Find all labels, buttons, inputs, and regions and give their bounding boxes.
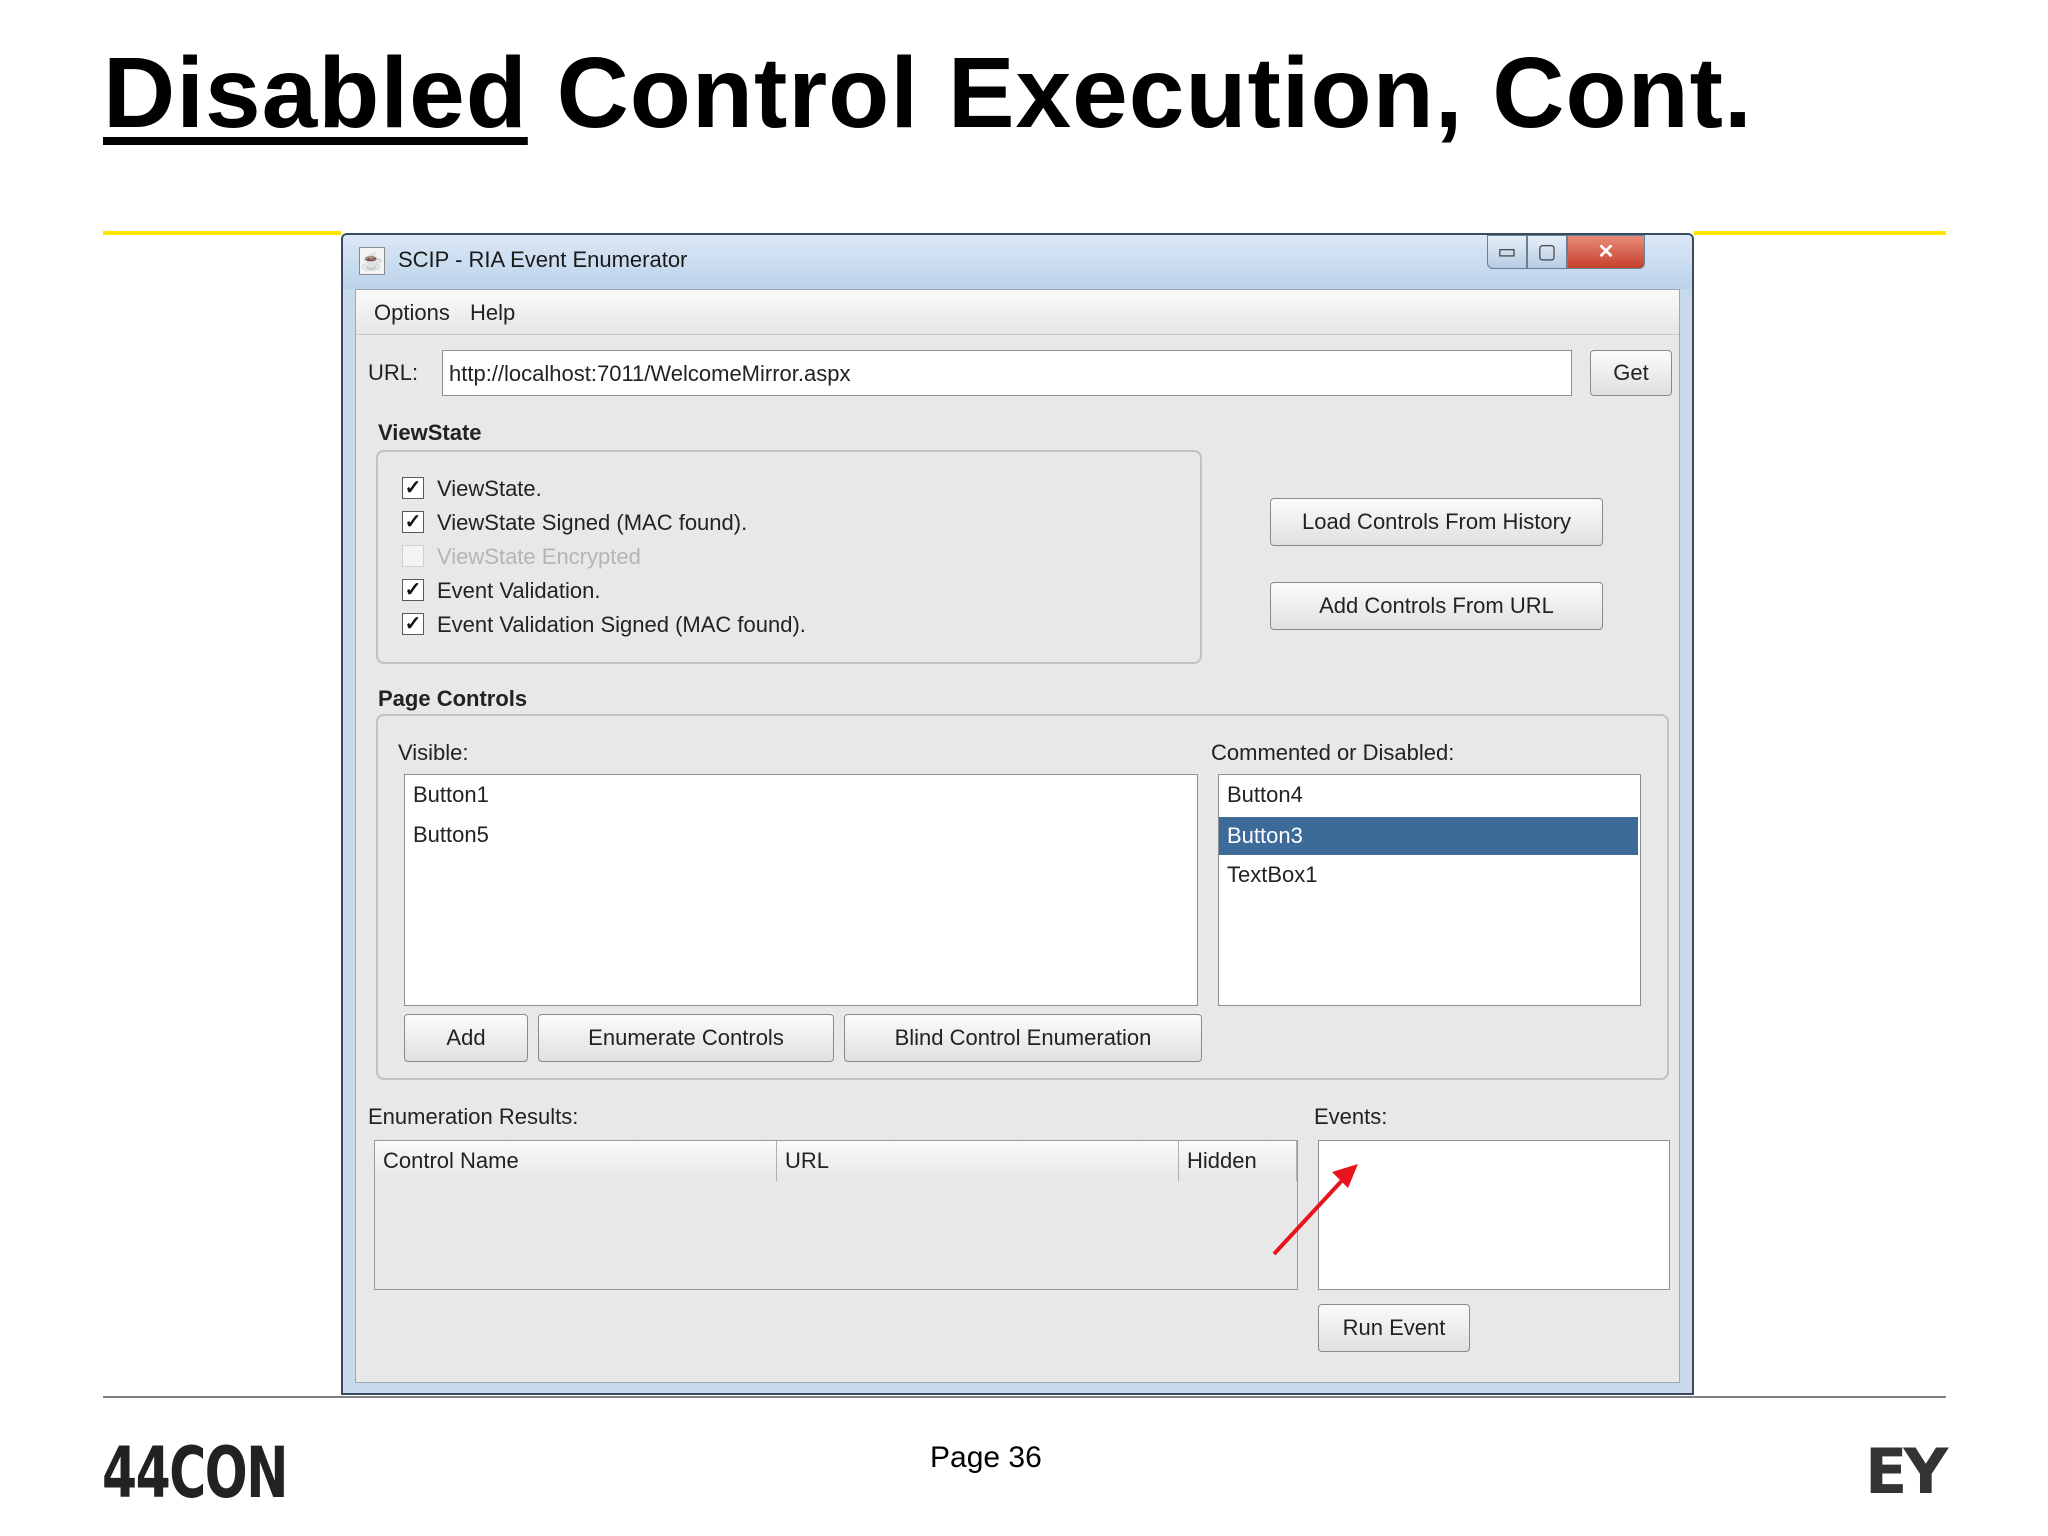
add-button[interactable]: Add: [404, 1014, 528, 1062]
column-header-url[interactable]: URL: [777, 1141, 1179, 1181]
add-controls-from-url-button[interactable]: Add Controls From URL: [1270, 582, 1603, 630]
viewstate-signed-checkbox[interactable]: ✓: [402, 511, 424, 533]
list-item[interactable]: Button4: [1219, 779, 1638, 811]
url-input-value: http://localhost:7011/WelcomeMirror.aspx: [449, 361, 851, 386]
events-label: Events:: [1314, 1104, 1388, 1129]
viewstate-encrypted-label: ViewState Encrypted: [437, 544, 641, 569]
menu-bar: Options Help: [356, 290, 1679, 335]
arrow-shaft: [1272, 1172, 1350, 1256]
close-button[interactable]: ✕: [1567, 235, 1645, 269]
java-cup-icon: ☕: [359, 247, 385, 275]
slide-title-rest: Control Execution, Cont.: [527, 37, 1753, 149]
page-controls-heading: Page Controls: [378, 686, 528, 711]
list-item[interactable]: Button5: [405, 819, 1195, 851]
viewstate-heading: ViewState: [378, 420, 482, 445]
enumeration-results-label: Enumeration Results:: [368, 1104, 579, 1129]
viewstate-signed-label: ViewState Signed (MAC found).: [437, 510, 748, 535]
app-window: ☕ SCIP - RIA Event Enumerator ▭ ▢ ✕ Opti…: [341, 233, 1694, 1395]
visible-controls-list[interactable]: Button1 Button5: [404, 774, 1198, 1006]
blind-control-enumeration-button[interactable]: Blind Control Enumeration: [844, 1014, 1202, 1062]
column-header-control-name[interactable]: Control Name: [375, 1141, 777, 1181]
load-controls-from-history-button[interactable]: Load Controls From History: [1270, 498, 1603, 546]
list-item[interactable]: TextBox1: [1219, 859, 1638, 891]
get-button[interactable]: Get: [1590, 350, 1672, 396]
event-validation-label: Event Validation.: [437, 578, 601, 603]
viewstate-encrypted-checkbox: [402, 545, 424, 567]
minimize-button[interactable]: ▭: [1487, 235, 1527, 269]
commented-or-disabled-label: Commented or Disabled:: [1211, 740, 1455, 765]
slide-title-underlined: Disabled: [103, 37, 528, 149]
maximize-button[interactable]: ▢: [1527, 235, 1567, 269]
disabled-controls-list[interactable]: Button4 Button3 TextBox1: [1218, 774, 1641, 1006]
red-annotation-arrow: [1272, 1164, 1358, 1256]
window-client-area: Options Help URL: http://localhost:7011/…: [355, 289, 1680, 1383]
event-validation-checkbox[interactable]: ✓: [402, 579, 424, 601]
footer-divider: [103, 1396, 1946, 1398]
event-validation-signed-label: Event Validation Signed (MAC found).: [437, 612, 806, 637]
window-title: SCIP - RIA Event Enumerator: [398, 247, 688, 272]
visible-label: Visible:: [398, 740, 469, 765]
page-number: Page 36: [930, 1441, 1042, 1474]
viewstate-checkbox[interactable]: ✓: [402, 477, 424, 499]
url-label: URL:: [368, 360, 419, 385]
viewstate-checkbox-label: ViewState.: [437, 476, 542, 501]
yellow-divider-right: [1694, 231, 1946, 235]
list-item[interactable]: Button1: [405, 779, 1195, 811]
ey-logo: EY: [1865, 1435, 1948, 1508]
enumeration-results-table[interactable]: Control Name URL Hidden: [374, 1140, 1298, 1290]
yellow-divider-left: [103, 231, 341, 235]
url-input[interactable]: http://localhost:7011/WelcomeMirror.aspx: [442, 350, 1572, 396]
run-event-button[interactable]: Run Event: [1318, 1304, 1470, 1352]
44con-logo: 44CON: [102, 1432, 288, 1514]
menu-options[interactable]: Options: [374, 300, 450, 326]
event-validation-signed-checkbox[interactable]: ✓: [402, 613, 424, 635]
enumerate-controls-button[interactable]: Enumerate Controls: [538, 1014, 834, 1062]
slide-title: Disabled Control Execution, Cont.: [103, 28, 1753, 158]
window-titlebar[interactable]: ☕ SCIP - RIA Event Enumerator ▭ ▢ ✕: [343, 235, 1692, 289]
list-item-selected[interactable]: Button3: [1219, 817, 1638, 855]
menu-help[interactable]: Help: [470, 300, 515, 326]
